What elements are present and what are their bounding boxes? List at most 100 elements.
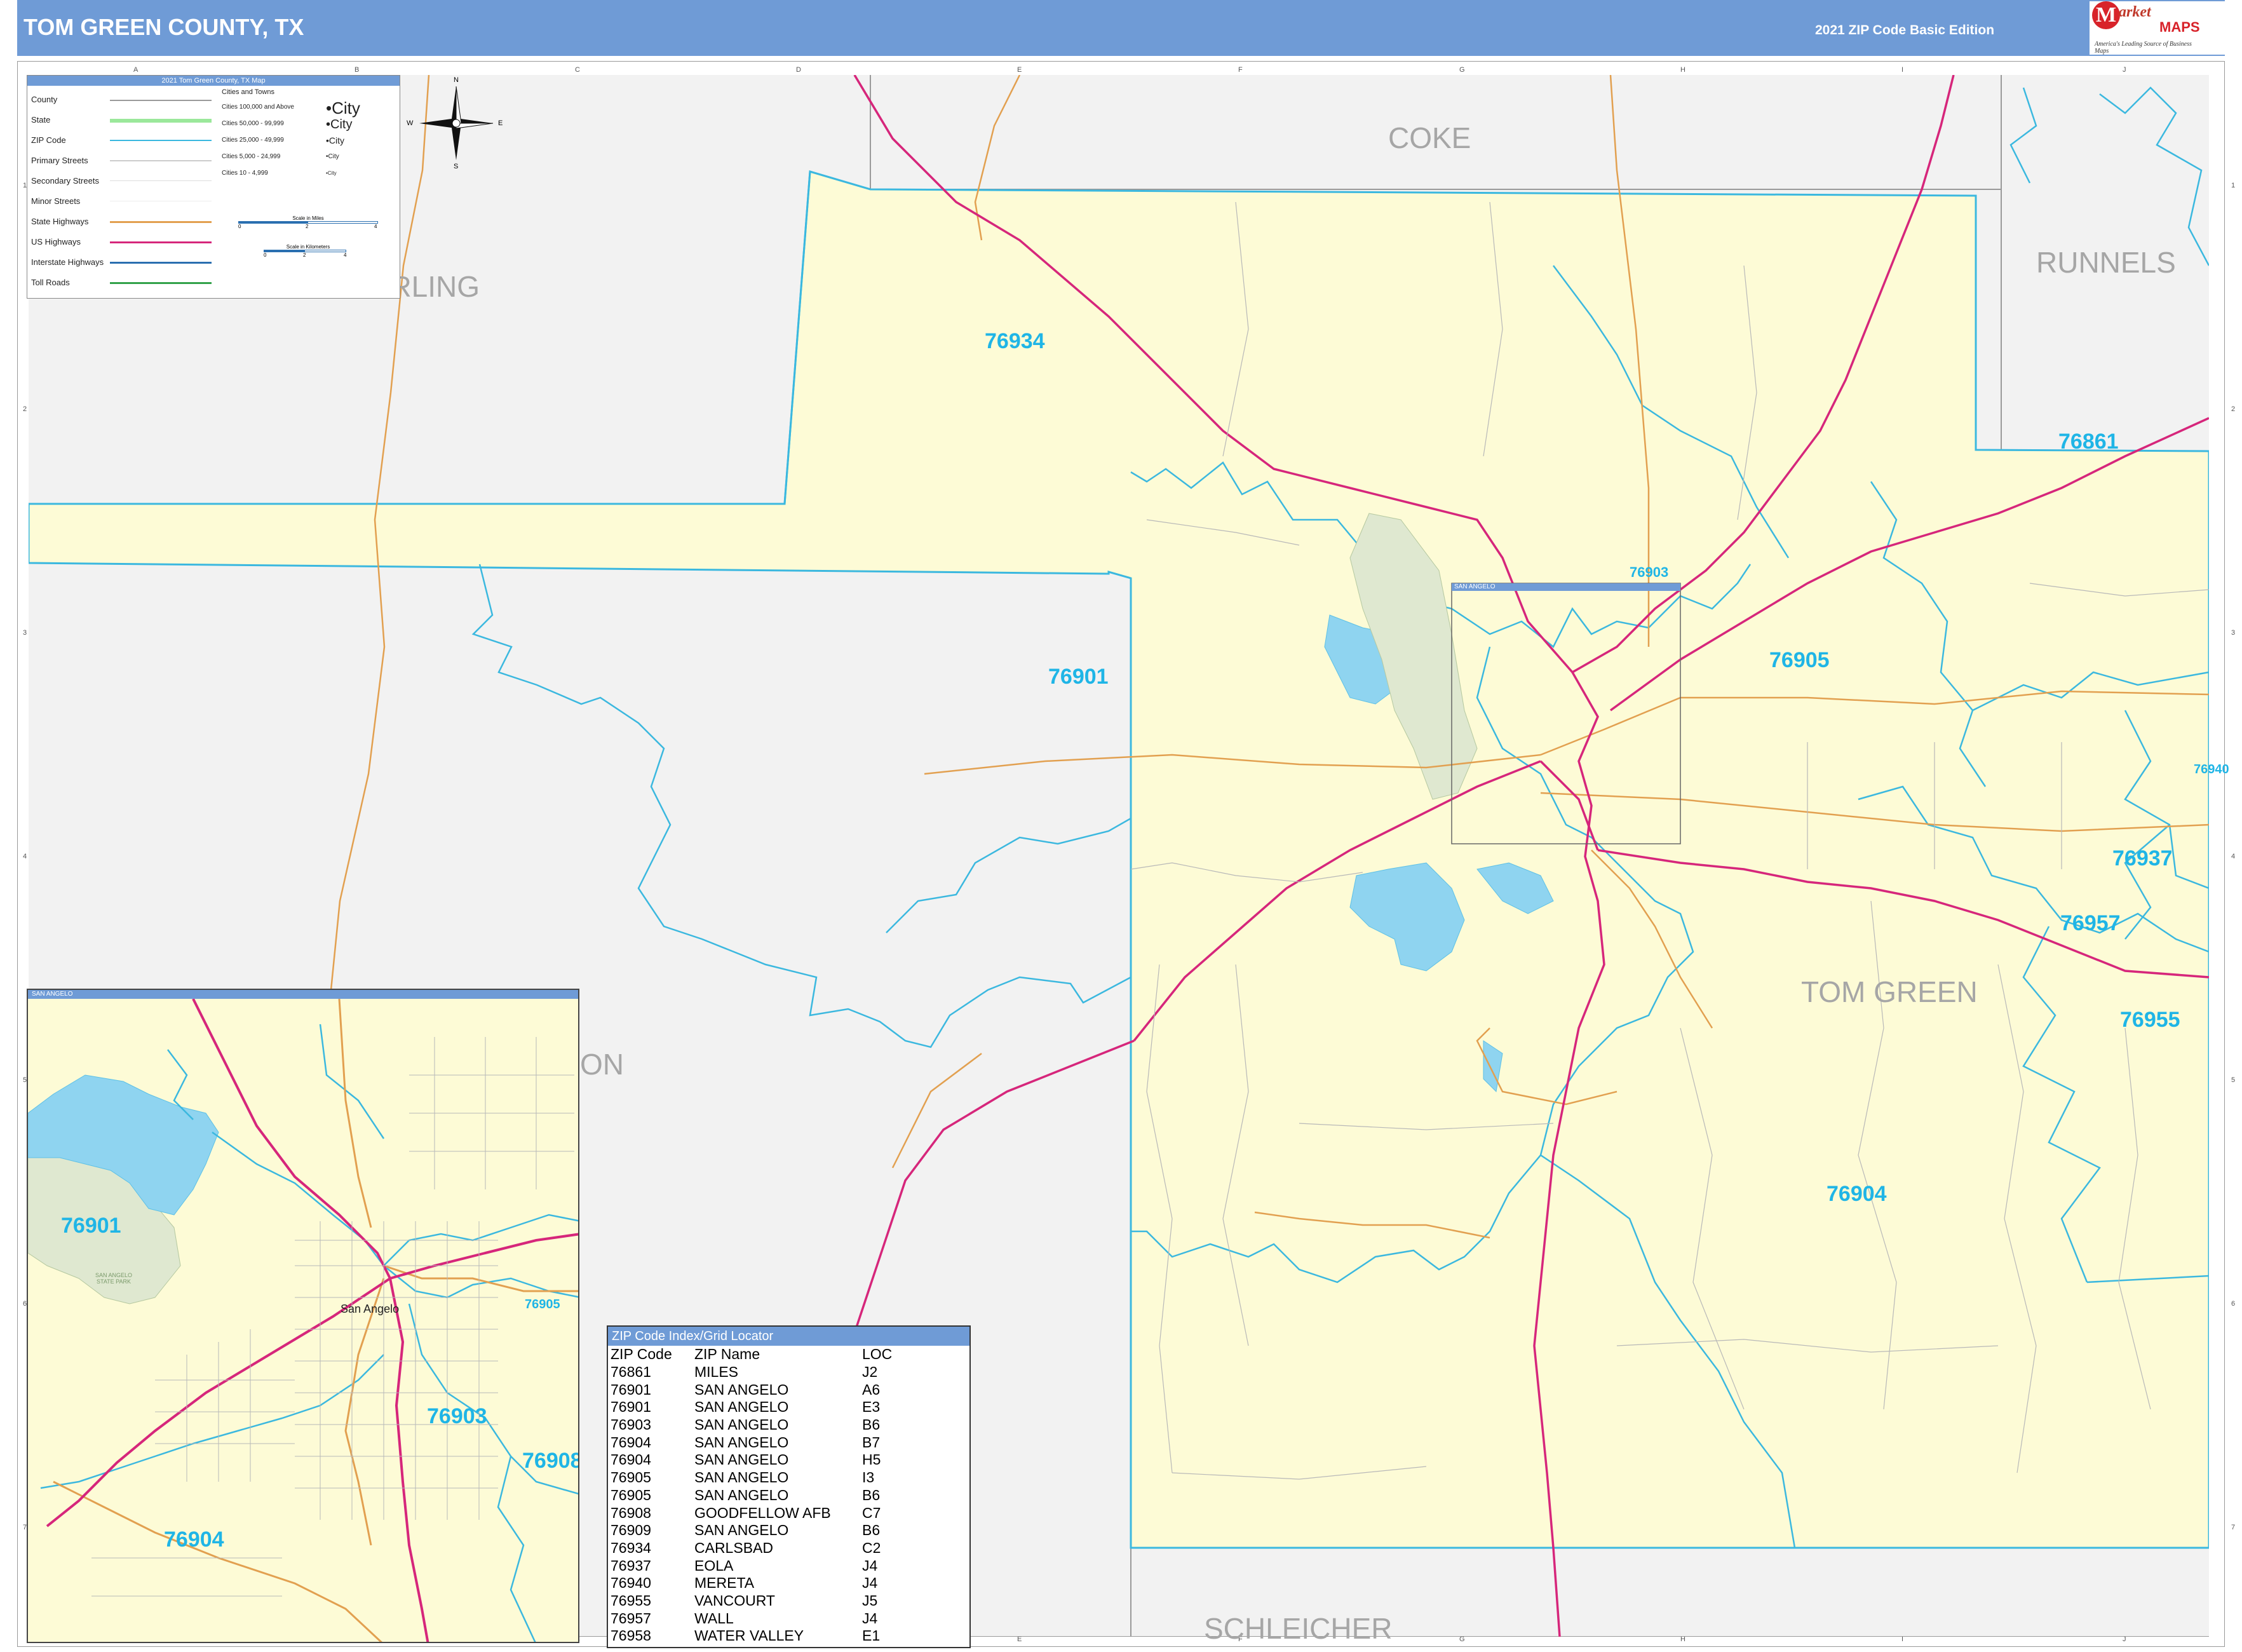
legend-label-state: State: [31, 115, 51, 125]
legend-city-sample-1: •City: [326, 98, 360, 118]
col-header-zip-name: ZIP Name: [694, 1346, 760, 1363]
zip-cell: 76905: [611, 1469, 651, 1486]
zip-label-76934: 76934: [985, 329, 1045, 353]
table-row: 76905 SAN ANGELO I3: [611, 1469, 900, 1487]
grid-col-label: H: [1680, 66, 1685, 74]
county-label-tom-green: TOM GREEN: [1801, 975, 1978, 1008]
name-cell: SAN ANGELO: [694, 1522, 789, 1539]
loc-cell: C2: [862, 1539, 881, 1556]
legend-label-county: County: [31, 95, 58, 104]
name-cell: SAN ANGELO: [694, 1451, 789, 1468]
zip-label-76957: 76957: [2060, 911, 2121, 935]
legend-label-minor-streets: Minor Streets: [31, 196, 81, 206]
logo-market-text: arket: [2119, 4, 2151, 20]
table-row: 76934 CARLSBAD C2: [611, 1540, 900, 1557]
col-header-loc: LOC: [862, 1346, 893, 1363]
zip-label-76903: 76903: [1630, 564, 1669, 580]
name-cell: WALL: [694, 1609, 734, 1627]
legend-label-interstate: Interstate Highways: [31, 257, 104, 267]
grid-col-label: D: [796, 66, 801, 74]
inset-zip-76905: 76905: [525, 1297, 560, 1311]
county-label-schleicher: SCHLEICHER: [1204, 1612, 1393, 1645]
zip-cell: 76909: [611, 1522, 651, 1539]
loc-cell: B7: [862, 1433, 881, 1451]
zip-cell: 76901: [611, 1398, 651, 1416]
scale-bars: Scale in Miles 0 2 4 Scale in Kilometers…: [238, 215, 378, 259]
grid-row-label: 2: [23, 405, 27, 413]
name-cell: SAN ANGELO: [694, 1469, 789, 1486]
table-row: 76901 SAN ANGELO A6: [611, 1381, 900, 1398]
zip-cell: 76901: [611, 1381, 651, 1398]
legend-city-tier-5: Cities 10 - 4,999: [222, 170, 268, 177]
name-cell: SAN ANGELO: [694, 1486, 789, 1503]
scale-miles-tick: 0: [238, 224, 241, 229]
legend-symbol-secondary-streets: [110, 180, 212, 181]
table-row: 76937 EOLA J4: [611, 1557, 900, 1574]
inset-title: SAN ANGELO: [28, 990, 578, 999]
table-row: 76861 MILES J2: [611, 1364, 900, 1381]
grid-row-label: 4: [2231, 853, 2236, 860]
loc-cell: B6: [862, 1486, 881, 1503]
grid-col-label: G: [1459, 66, 1465, 74]
san-angelo-inset-map[interactable]: SAN ANGELO 76901 76903 76905 76908 76904…: [27, 989, 579, 1643]
compass-e: E: [498, 119, 503, 127]
market-maps-logo: M arket MAPS America's Leading Source of…: [2090, 1, 2242, 55]
grid-col-label: J: [2123, 66, 2126, 74]
table-row: 76901 SAN ANGELO E3: [611, 1398, 900, 1416]
scale-miles-tick: 4: [374, 224, 377, 229]
table-row: 76909 SAN ANGELO B6: [611, 1522, 900, 1540]
table-row: 76957 WALL J4: [611, 1609, 900, 1627]
grid-row-label: 2: [2231, 405, 2236, 413]
legend-city-sample-3: •City: [326, 135, 345, 146]
grid-col-label: B: [355, 66, 360, 74]
grid-row-label: 7: [2231, 1524, 2236, 1531]
county-label-runnels: RUNNELS: [2036, 246, 2176, 279]
zip-cell: 76904: [611, 1451, 651, 1468]
legend-symbol-primary-streets: [110, 160, 212, 161]
zip-cell: 76957: [611, 1609, 651, 1627]
table-row: 76955 VANCOURT J5: [611, 1592, 900, 1610]
legend-label-state-highways: State Highways: [31, 217, 89, 226]
loc-cell: J2: [862, 1364, 878, 1381]
name-cell: WATER VALLEY: [694, 1627, 804, 1644]
table-row: 76903 SAN ANGELO B6: [611, 1416, 900, 1434]
name-cell: MERETA: [694, 1574, 755, 1592]
compass-n: N: [454, 76, 459, 84]
table-row: 76905 SAN ANGELO B6: [611, 1487, 900, 1505]
grid-col-label: F: [1238, 66, 1243, 74]
zip-cell: 76903: [611, 1416, 651, 1433]
name-cell: VANCOURT: [694, 1592, 775, 1609]
grid-rows-right: 1 2 3 4 5 6 7: [2229, 75, 2240, 1638]
grid-col-label: A: [133, 66, 138, 74]
legend-city-tier-1: Cities 100,000 and Above: [222, 104, 294, 111]
scale-miles-tick: 2: [306, 224, 309, 229]
loc-cell: H5: [862, 1451, 881, 1468]
zip-label-76904: 76904: [1827, 1182, 1887, 1206]
legend-symbol-us-highways: [110, 241, 212, 243]
scale-km-label: Scale in Kilometers: [286, 244, 330, 250]
loc-cell: J4: [862, 1557, 878, 1574]
grid-col-label: C: [575, 66, 580, 74]
legend-city-sample-2: •City: [326, 118, 353, 132]
header-bar: TOM GREEN COUNTY, TX 2021 ZIP Code Basic…: [17, 0, 2242, 56]
zip-cell: 76904: [611, 1433, 651, 1451]
logo-tagline: America's Leading Source of Business Map…: [2095, 41, 2192, 55]
inset-zip-76908: 76908: [522, 1449, 579, 1473]
zip-cell: 76958: [611, 1627, 651, 1644]
zip-cell: 76937: [611, 1557, 651, 1574]
legend-city-tier-2: Cities 50,000 - 99,999: [222, 120, 284, 127]
legend-symbol-zip: [110, 140, 212, 141]
name-cell: SAN ANGELO: [694, 1398, 789, 1416]
inset-zip-76901: 76901: [61, 1214, 121, 1238]
grid-col-label: E: [1017, 66, 1022, 74]
legend-symbol-state: [110, 119, 212, 123]
logo-mark: M: [2092, 1, 2120, 29]
loc-cell: I3: [862, 1469, 875, 1486]
legend-city-tier-3: Cities 25,000 - 49,999: [222, 137, 284, 144]
zip-cell: 76934: [611, 1539, 651, 1556]
name-cell: SAN ANGELO: [694, 1416, 789, 1433]
grid-columns-top: A B C D E F G H I J: [29, 66, 2209, 75]
loc-cell: J5: [862, 1592, 878, 1609]
zip-index-title: ZIP Code Index/Grid Locator: [608, 1327, 969, 1346]
loc-cell: A6: [862, 1381, 881, 1398]
